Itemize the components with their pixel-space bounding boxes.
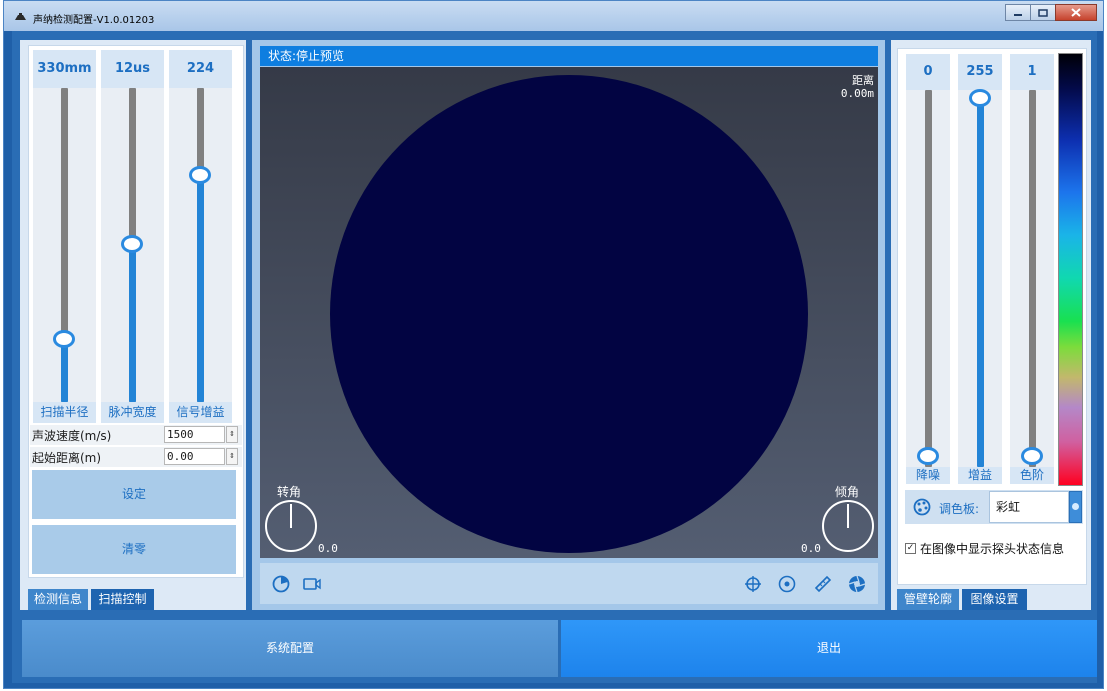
signal-gain-thumb[interactable] [189,166,211,184]
clear-button[interactable]: 清零 [32,525,236,574]
sonar-icon[interactable] [272,575,290,593]
signal-gain-value: 224 [169,50,232,88]
start-distance-row: 起始距离(m) 0.00 ⇕ [30,447,242,467]
close-button[interactable] [1055,4,1097,21]
denoise-value: 0 [906,54,950,90]
pulse-width-label: 脉冲宽度 [101,402,164,423]
palette-select[interactable]: 彩虹 [989,491,1069,523]
show-status-label: 在图像中显示探头状态信息 [920,541,1065,556]
pulse-width-slider-group: 12us 脉冲宽度 [101,50,164,423]
exit-button[interactable]: 退出 [561,620,1097,677]
minimize-button[interactable] [1005,4,1031,21]
minimize-icon [1014,13,1022,16]
rotation-gauge-icon [265,500,317,552]
color-level-slider-group: 1 色阶 [1010,54,1054,484]
tilt-gauge-icon [822,500,874,552]
distance-value: 0.00m [840,87,874,100]
pulse-width-thumb[interactable] [121,235,143,253]
maximize-button[interactable] [1030,4,1056,21]
sound-speed-input[interactable]: 1500 [164,426,225,443]
tilt-label: 倾角 [835,485,860,499]
system-config-button[interactable]: 系统配置 [22,620,558,677]
start-distance-input[interactable]: 0.00 [164,448,225,465]
chevron-down-icon[interactable] [1069,491,1082,523]
crosshair-icon[interactable] [744,575,762,593]
rotation-value: 0.0 [318,542,338,555]
set-button[interactable]: 设定 [32,470,236,519]
video-icon[interactable] [302,575,322,593]
tab-detection-info[interactable]: 检测信息 [28,589,88,610]
maximize-icon [1038,8,1048,17]
color-level-label: 色阶 [1010,467,1054,484]
signal-gain-label: 信号增益 [169,402,232,423]
gain-fill[interactable] [977,90,984,467]
gain-thumb[interactable] [969,89,991,107]
start-distance-spinner[interactable]: ⇕ [226,448,238,465]
tab-scan-control[interactable]: 扫描控制 [91,589,154,610]
start-distance-label: 起始距离(m) [32,451,102,465]
sound-speed-label: 声波速度(m/s) [32,429,112,443]
aperture-icon[interactable] [848,575,866,593]
color-level-value: 1 [1010,54,1054,90]
tab-image-settings[interactable]: 图像设置 [962,589,1027,610]
close-icon [1071,8,1081,17]
scan-radius-value: 330mm [33,50,96,88]
scan-radius-fill [61,340,68,402]
target-icon[interactable] [778,575,796,593]
color-level-thumb[interactable] [1021,447,1043,465]
show-status-checkbox[interactable]: ✓ [905,542,916,554]
rotation-label: 转角 [277,485,302,499]
distance-label: 距离 [852,74,874,87]
sound-speed-row: 声波速度(m/s) 1500 ⇕ [30,425,242,445]
scan-radius-thumb[interactable] [53,330,75,348]
ruler-icon[interactable] [814,575,832,593]
app-icon [15,13,26,20]
title-bar[interactable]: 声纳检测配置-V1.0.01203 [4,1,1103,31]
view-toolbar [260,563,878,604]
palette-label: 调色板: [939,502,980,516]
denoise-thumb[interactable] [917,447,939,465]
signal-gain-fill [197,176,204,402]
show-status-option[interactable]: ✓ 在图像中显示探头状态信息 [905,540,1064,556]
denoise-track[interactable] [925,90,932,467]
signal-gain-slider-group: 224 信号增益 [169,50,232,423]
rainbow-colorbar [1058,53,1083,486]
sonar-display[interactable]: 距离 0.00m 转角 0.0 倾角 0.0 [260,67,878,558]
tab-wall-profile[interactable]: 管壁轮廓 [897,589,959,610]
gain-slider-group: 255 增益 [958,54,1002,484]
gain-value: 255 [958,54,1002,90]
denoise-label: 降噪 [906,467,950,484]
sonar-disc [330,75,808,553]
palette-row: 调色板: 彩虹 [905,490,1083,524]
pulse-width-value: 12us [101,50,164,88]
denoise-slider-group: 0 降噪 [906,54,950,484]
scan-radius-slider-group: 330mm 扫描半径 [33,50,96,423]
gain-label: 增益 [958,467,1002,484]
sound-speed-spinner[interactable]: ⇕ [226,426,238,443]
tilt-value: 0.0 [801,542,821,555]
status-text: 状态:停止预览 [260,46,878,66]
color-level-track[interactable] [1029,90,1036,467]
window-title: 声纳检测配置-V1.0.01203 [33,15,155,26]
palette-icon [913,498,931,516]
scan-radius-label: 扫描半径 [33,402,96,423]
pulse-width-fill [129,245,136,402]
